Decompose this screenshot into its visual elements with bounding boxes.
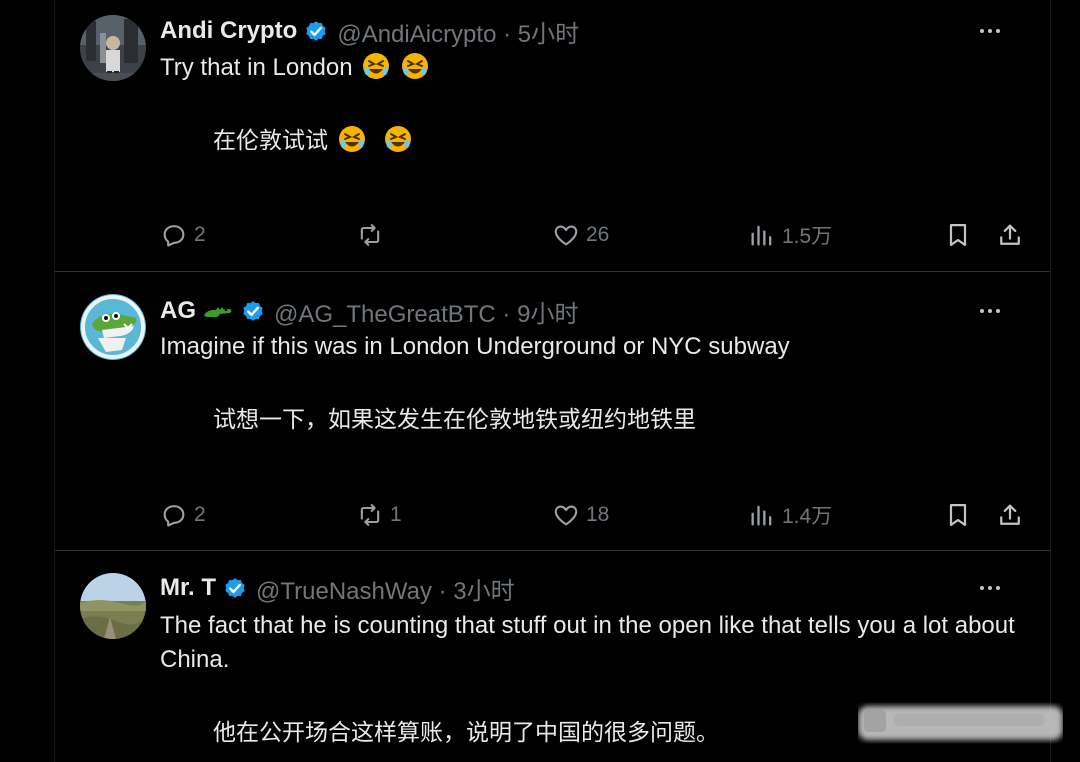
like-icon: [554, 225, 578, 246]
reply-count: 2: [194, 503, 206, 526]
views-icon: [751, 505, 772, 526]
tweet-divider: [55, 271, 1050, 272]
reply-button[interactable]: 2: [160, 499, 206, 531]
views-count: 1.4万: [782, 505, 833, 528]
retweet-icon: [360, 224, 380, 246]
handle-and-time[interactable]: @TrueNashWay · 3小时: [256, 571, 515, 606]
retweet-button[interactable]: [356, 219, 390, 251]
display-name[interactable]: Andi Crypto: [160, 17, 297, 45]
tweet-header: Andi Crypto @AndiAicrypto · 5小时: [160, 14, 1010, 48]
like-button[interactable]: 26: [552, 219, 609, 251]
tweet-andi-crypto[interactable]: Andi Crypto @AndiAicrypto · 5小时 Try that…: [55, 0, 1050, 272]
avatar[interactable]: [80, 15, 146, 81]
views-icon: [751, 225, 772, 246]
views-count: 1.5万: [782, 225, 833, 248]
more-options-icon[interactable]: [970, 294, 1010, 328]
like-icon: [554, 505, 578, 526]
reply-icon: [163, 225, 185, 247]
tweet-header: Mr. T @TrueNashWay · 3小时: [160, 571, 1010, 605]
watermark-image: [858, 700, 1063, 744]
like-count: 18: [586, 503, 610, 526]
tweet-text-chinese: 在伦敦试试: [213, 124, 1030, 158]
tweet-text-english: The fact that he is counting that stuff …: [160, 612, 1015, 673]
like-count: 26: [586, 223, 610, 246]
avatar[interactable]: [80, 294, 146, 360]
views-button[interactable]: 1.4万: [748, 499, 832, 531]
verified-badge-icon: [222, 575, 248, 601]
handle-and-time[interactable]: @AndiAicrypto · 5小时: [337, 14, 579, 49]
display-name[interactable]: AG: [160, 297, 196, 325]
share-button[interactable]: [996, 499, 1024, 531]
tweet-text-english: Imagine if this was in London Undergroun…: [160, 333, 790, 360]
tweet-text-chinese: 试想一下，如果这发生在伦敦地铁或纽约地铁里: [213, 407, 696, 433]
bookmark-icon: [949, 503, 967, 527]
tweet-header: AG @AG_TheGreatBTC · 9小时: [160, 294, 1010, 328]
more-options-icon[interactable]: [970, 571, 1010, 605]
tweet-ag[interactable]: AG @AG_TheGreatBTC · 9小时 Imagine if this…: [55, 273, 1050, 551]
share-button[interactable]: [996, 219, 1024, 251]
handle-and-time[interactable]: @AG_TheGreatBTC · 9小时: [274, 294, 578, 329]
bookmark-button[interactable]: [944, 499, 972, 531]
verified-badge-icon: [240, 298, 266, 324]
more-options-icon[interactable]: [970, 14, 1010, 48]
avatar[interactable]: [80, 573, 146, 639]
tweet-text-english: Try that in London: [160, 51, 1030, 85]
rolling-on-floor-laughing-emoji: [361, 51, 391, 81]
rolling-on-floor-laughing-emoji: [400, 51, 430, 81]
retweet-button[interactable]: 1: [356, 499, 402, 531]
reply-count: 2: [194, 223, 206, 246]
reply-icon: [163, 505, 185, 527]
retweet-count: 1: [390, 503, 402, 526]
crocodile-emoji: [202, 301, 234, 321]
retweet-icon: [360, 504, 380, 526]
timeline-right-border: [1050, 0, 1051, 762]
views-button[interactable]: 1.5万: [748, 219, 832, 251]
verified-badge-icon: [303, 18, 329, 44]
rolling-on-floor-laughing-emoji: [337, 124, 367, 154]
share-icon: [1000, 504, 1020, 525]
tweet-divider: [55, 550, 1050, 551]
display-name[interactable]: Mr. T: [160, 574, 216, 602]
bookmark-button[interactable]: [944, 219, 972, 251]
tweet-actions: 2 1 18 1.4万: [160, 499, 1024, 531]
bookmark-icon: [949, 223, 967, 247]
reply-button[interactable]: 2: [160, 219, 206, 251]
rolling-on-floor-laughing-emoji: [383, 124, 413, 154]
tweet-actions: 2 26 1.5万: [160, 219, 1024, 251]
like-button[interactable]: 18: [552, 499, 609, 531]
share-icon: [1000, 224, 1020, 245]
